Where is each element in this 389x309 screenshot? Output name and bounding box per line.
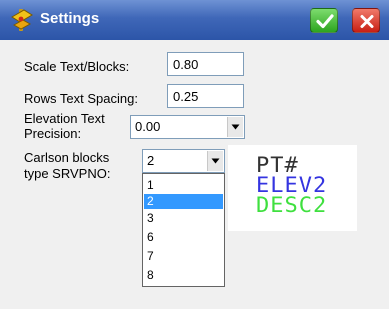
scale-text-blocks-input[interactable] [167, 52, 244, 76]
rows-text-spacing-label: Rows Text Spacing: [24, 91, 138, 106]
carlson-blocks-label-line1: Carlson blocks [24, 150, 110, 165]
block-preview-panel: PT# ELEV2 DESC2 [228, 145, 357, 231]
blocks-option-6[interactable]: 6 [144, 230, 223, 245]
ok-button[interactable] [310, 8, 338, 33]
close-button[interactable] [352, 8, 380, 33]
title-bar: Settings [0, 0, 389, 40]
carlson-blocks-dropdown[interactable]: 2 [142, 149, 225, 173]
scale-text-blocks-label: Scale Text/Blocks: [24, 59, 130, 74]
preview-description: DESC2 [256, 194, 328, 218]
blocks-option-3[interactable]: 3 [144, 211, 223, 226]
carlson-app-icon [10, 7, 34, 33]
close-x-icon [360, 15, 374, 28]
preview-elevation: ELEV2 [256, 174, 328, 198]
rows-text-spacing-input[interactable] [167, 84, 244, 108]
carlson-blocks-dropdown-arrow[interactable] [207, 151, 223, 171]
blocks-option-7[interactable]: 7 [144, 249, 223, 264]
elevation-text-precision-label-line1: Elevation Text [24, 111, 105, 126]
chevron-down-icon [231, 124, 240, 130]
elevation-precision-dropdown[interactable]: 0.00 [130, 115, 245, 139]
elevation-precision-value: 0.00 [135, 119, 161, 134]
elevation-text-precision-label-line2: Precision: [24, 126, 82, 141]
carlson-blocks-value: 2 [147, 153, 155, 168]
settings-window: Settings Scale Text/Blocks: Rows Text Sp… [0, 0, 389, 309]
window-title: Settings [40, 10, 100, 27]
blocks-option-8[interactable]: 8 [144, 268, 223, 283]
carlson-blocks-list[interactable]: 1 2 3 6 7 8 [142, 173, 225, 287]
chevron-down-icon [211, 158, 220, 164]
preview-point-number: PT# [256, 154, 299, 178]
blocks-option-1[interactable]: 1 [144, 178, 223, 193]
blocks-option-2[interactable]: 2 [144, 194, 223, 209]
elevation-dropdown-arrow[interactable] [227, 117, 243, 137]
carlson-blocks-label-line2: type SRVPNO: [24, 166, 111, 181]
checkmark-icon [316, 14, 334, 29]
